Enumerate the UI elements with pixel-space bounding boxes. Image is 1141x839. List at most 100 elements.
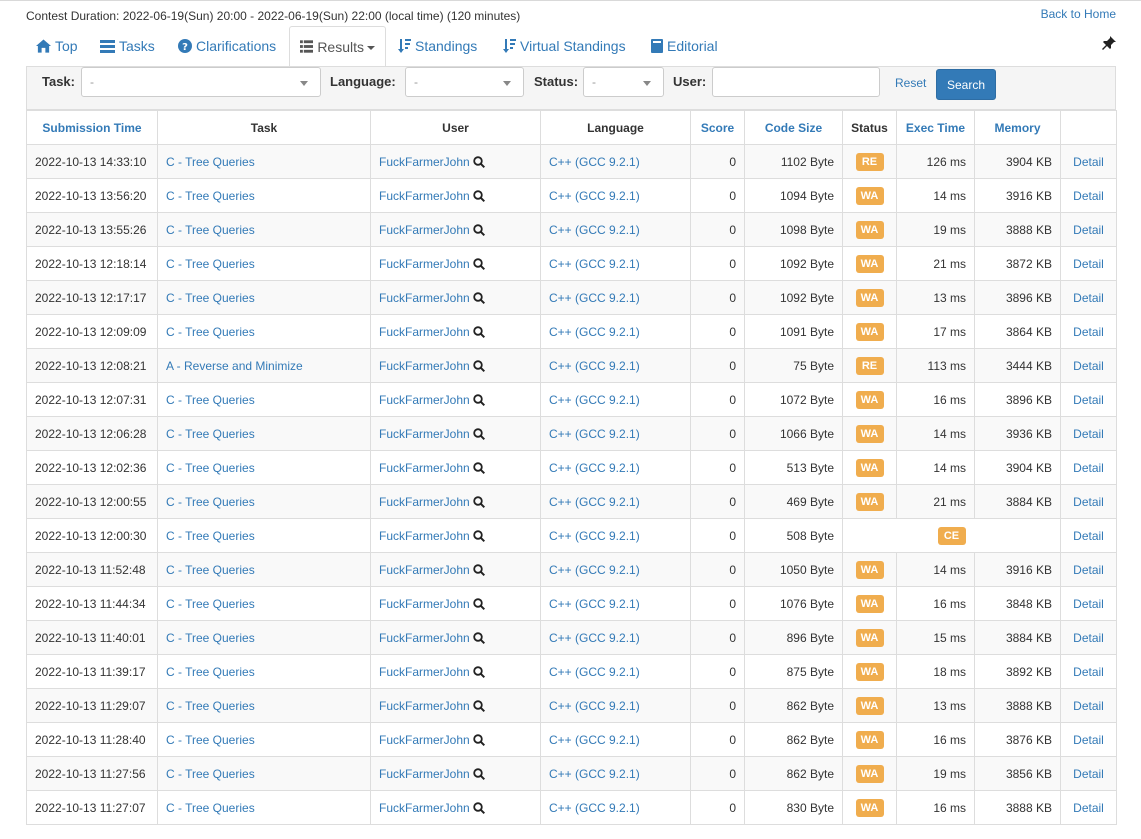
search-icon[interactable] xyxy=(473,665,485,678)
tab-clarifications[interactable]: ? Clarifications xyxy=(168,26,286,66)
user-link[interactable]: FuckFarmerJohn xyxy=(379,733,470,747)
language-link[interactable]: C++ (GCC 9.2.1) xyxy=(549,597,640,611)
detail-link[interactable]: Detail xyxy=(1073,767,1104,781)
task-link[interactable]: C - Tree Queries xyxy=(166,325,255,339)
search-icon[interactable] xyxy=(473,359,485,372)
task-link[interactable]: C - Tree Queries xyxy=(166,461,255,475)
user-link[interactable]: FuckFarmerJohn xyxy=(379,529,470,543)
search-icon[interactable] xyxy=(473,189,485,202)
task-link[interactable]: C - Tree Queries xyxy=(166,733,255,747)
task-link[interactable]: C - Tree Queries xyxy=(166,223,255,237)
search-icon[interactable] xyxy=(473,325,485,338)
search-icon[interactable] xyxy=(473,291,485,304)
detail-link[interactable]: Detail xyxy=(1073,563,1104,577)
search-icon[interactable] xyxy=(473,733,485,746)
user-link[interactable]: FuckFarmerJohn xyxy=(379,189,470,203)
language-link[interactable]: C++ (GCC 9.2.1) xyxy=(549,767,640,781)
detail-link[interactable]: Detail xyxy=(1073,529,1104,543)
task-link[interactable]: A - Reverse and Minimize xyxy=(166,359,303,373)
tab-top[interactable]: Top xyxy=(26,26,88,66)
search-icon[interactable] xyxy=(473,155,485,168)
task-link[interactable]: C - Tree Queries xyxy=(166,495,255,509)
tab-editorial[interactable]: Editorial xyxy=(641,26,728,66)
detail-link[interactable]: Detail xyxy=(1073,631,1104,645)
task-link[interactable]: C - Tree Queries xyxy=(166,291,255,305)
user-link[interactable]: FuckFarmerJohn xyxy=(379,427,470,441)
task-link[interactable]: C - Tree Queries xyxy=(166,393,255,407)
language-link[interactable]: C++ (GCC 9.2.1) xyxy=(549,665,640,679)
col-exec-time[interactable]: Exec Time xyxy=(896,110,975,145)
search-icon[interactable] xyxy=(473,529,485,542)
task-link[interactable]: C - Tree Queries xyxy=(166,427,255,441)
user-link[interactable]: FuckFarmerJohn xyxy=(379,563,470,577)
language-link[interactable]: C++ (GCC 9.2.1) xyxy=(549,529,640,543)
search-button[interactable]: Search xyxy=(936,69,996,100)
user-link[interactable]: FuckFarmerJohn xyxy=(379,155,470,169)
task-link[interactable]: C - Tree Queries xyxy=(166,699,255,713)
language-link[interactable]: C++ (GCC 9.2.1) xyxy=(549,699,640,713)
detail-link[interactable]: Detail xyxy=(1073,155,1104,169)
task-link[interactable]: C - Tree Queries xyxy=(166,767,255,781)
tab-virtual-standings[interactable]: Virtual Standings xyxy=(493,26,636,66)
task-link[interactable]: C - Tree Queries xyxy=(166,801,255,815)
search-icon[interactable] xyxy=(473,801,485,814)
detail-link[interactable]: Detail xyxy=(1073,291,1104,305)
task-link[interactable]: C - Tree Queries xyxy=(166,529,255,543)
detail-link[interactable]: Detail xyxy=(1073,597,1104,611)
search-icon[interactable] xyxy=(473,461,485,474)
detail-link[interactable]: Detail xyxy=(1073,801,1104,815)
user-link[interactable]: FuckFarmerJohn xyxy=(379,393,470,407)
language-link[interactable]: C++ (GCC 9.2.1) xyxy=(549,189,640,203)
language-link[interactable]: C++ (GCC 9.2.1) xyxy=(549,495,640,509)
col-submission-time[interactable]: Submission Time xyxy=(26,110,158,145)
detail-link[interactable]: Detail xyxy=(1073,393,1104,407)
user-input[interactable] xyxy=(712,67,880,97)
detail-link[interactable]: Detail xyxy=(1073,699,1104,713)
tab-standings[interactable]: Standings xyxy=(388,26,487,66)
task-link[interactable]: C - Tree Queries xyxy=(166,597,255,611)
language-link[interactable]: C++ (GCC 9.2.1) xyxy=(549,257,640,271)
user-link[interactable]: FuckFarmerJohn xyxy=(379,767,470,781)
user-link[interactable]: FuckFarmerJohn xyxy=(379,665,470,679)
search-icon[interactable] xyxy=(473,427,485,440)
search-icon[interactable] xyxy=(473,257,485,270)
detail-link[interactable]: Detail xyxy=(1073,733,1104,747)
detail-link[interactable]: Detail xyxy=(1073,495,1104,509)
search-icon[interactable] xyxy=(473,767,485,780)
detail-link[interactable]: Detail xyxy=(1073,359,1104,373)
user-link[interactable]: FuckFarmerJohn xyxy=(379,597,470,611)
col-code-size[interactable]: Code Size xyxy=(744,110,843,145)
task-link[interactable]: C - Tree Queries xyxy=(166,665,255,679)
tab-tasks[interactable]: Tasks xyxy=(90,26,165,66)
pin-icon[interactable] xyxy=(1102,36,1116,53)
search-icon[interactable] xyxy=(473,223,485,236)
user-link[interactable]: FuckFarmerJohn xyxy=(379,699,470,713)
tab-results[interactable]: Results xyxy=(289,26,386,67)
user-link[interactable]: FuckFarmerJohn xyxy=(379,359,470,373)
detail-link[interactable]: Detail xyxy=(1073,325,1104,339)
detail-link[interactable]: Detail xyxy=(1073,461,1104,475)
user-link[interactable]: FuckFarmerJohn xyxy=(379,325,470,339)
language-link[interactable]: C++ (GCC 9.2.1) xyxy=(549,427,640,441)
col-score[interactable]: Score xyxy=(690,110,745,145)
user-link[interactable]: FuckFarmerJohn xyxy=(379,461,470,475)
search-icon[interactable] xyxy=(473,631,485,644)
user-link[interactable]: FuckFarmerJohn xyxy=(379,291,470,305)
task-link[interactable]: C - Tree Queries xyxy=(166,189,255,203)
reset-link[interactable]: Reset xyxy=(895,76,926,90)
language-link[interactable]: C++ (GCC 9.2.1) xyxy=(549,325,640,339)
user-link[interactable]: FuckFarmerJohn xyxy=(379,495,470,509)
language-link[interactable]: C++ (GCC 9.2.1) xyxy=(549,359,640,373)
search-icon[interactable] xyxy=(473,597,485,610)
language-link[interactable]: C++ (GCC 9.2.1) xyxy=(549,563,640,577)
language-link[interactable]: C++ (GCC 9.2.1) xyxy=(549,393,640,407)
language-link[interactable]: C++ (GCC 9.2.1) xyxy=(549,223,640,237)
detail-link[interactable]: Detail xyxy=(1073,427,1104,441)
search-icon[interactable] xyxy=(473,393,485,406)
task-link[interactable]: C - Tree Queries xyxy=(166,631,255,645)
detail-link[interactable]: Detail xyxy=(1073,257,1104,271)
status-select[interactable]: - xyxy=(583,67,664,97)
user-link[interactable]: FuckFarmerJohn xyxy=(379,223,470,237)
search-icon[interactable] xyxy=(473,563,485,576)
language-select[interactable]: - xyxy=(405,67,524,97)
